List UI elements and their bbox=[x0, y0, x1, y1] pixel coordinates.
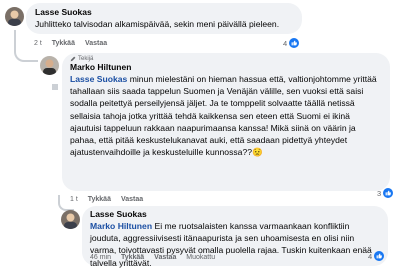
like-button[interactable]: Tykkää bbox=[52, 40, 75, 47]
like-button[interactable]: Tykkää bbox=[88, 196, 111, 203]
comment-time[interactable]: 1 t bbox=[70, 196, 78, 203]
reply-button[interactable]: Vastaa bbox=[121, 196, 143, 203]
like-icon bbox=[383, 188, 394, 198]
avatar-image bbox=[61, 210, 80, 229]
comment-actions: 2 t Tykkää Vastaa bbox=[34, 39, 115, 49]
comment-time[interactable]: 46 min bbox=[90, 254, 111, 261]
avatar-image bbox=[5, 7, 24, 26]
avatar[interactable] bbox=[40, 56, 59, 75]
reply-button[interactable]: Vastaa bbox=[154, 254, 176, 261]
reaction-count[interactable]: 4 bbox=[368, 251, 385, 261]
reply-button[interactable]: Vastaa bbox=[85, 40, 107, 47]
comment-author[interactable]: Marko Hiltunen bbox=[70, 62, 382, 73]
like-icon bbox=[374, 251, 385, 261]
comment-time[interactable]: 2 t bbox=[34, 40, 42, 47]
comment-actions: 46 min Tykkää Vastaa Muokattu bbox=[90, 253, 223, 263]
like-button[interactable]: Tykkää bbox=[121, 254, 144, 261]
avatar[interactable] bbox=[5, 7, 24, 26]
comment-bubble: Tekijä Marko Hiltunen Lasse Suokas minun… bbox=[62, 53, 390, 191]
comment-actions: 1 t Tykkää Vastaa bbox=[70, 195, 151, 205]
comment-text: Juhlitteko talvisodan alkamispäivää, sek… bbox=[35, 19, 280, 29]
reaction-count[interactable]: 3 bbox=[377, 188, 394, 198]
comment-author[interactable]: Lasse Suokas bbox=[35, 7, 293, 18]
comment-bubble: Lasse Suokas Juhlitteko talvisodan alkam… bbox=[26, 3, 302, 34]
avatar[interactable] bbox=[61, 210, 80, 229]
comment-body: minun mielestäni on hieman hassua että, … bbox=[70, 74, 377, 158]
comment-author[interactable]: Lasse Suokas bbox=[90, 209, 380, 220]
comment-text: Lasse Suokas minun mielestäni on hieman … bbox=[70, 73, 382, 158]
reaction-count[interactable]: 4 bbox=[283, 38, 300, 48]
mention-link[interactable]: Lasse Suokas bbox=[70, 74, 127, 84]
avatar-image bbox=[40, 56, 59, 75]
mention-link[interactable]: Marko Hiltunen bbox=[90, 221, 152, 231]
thread-line-nested bbox=[52, 84, 58, 90]
like-icon bbox=[289, 38, 300, 48]
edited-label: Muokattu bbox=[186, 254, 216, 261]
